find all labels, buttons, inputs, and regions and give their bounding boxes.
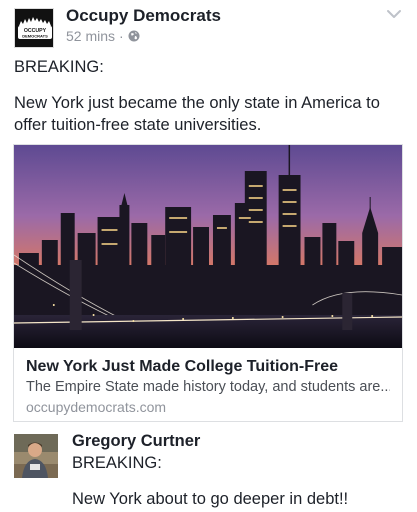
globe-icon[interactable] — [128, 30, 140, 42]
comment-text-line: New York about to go deeper in debt!! — [72, 490, 349, 508]
meta-separator: · — [119, 28, 124, 44]
comment-author-name[interactable]: Gregory Curtner — [72, 432, 200, 451]
comment-text-line: BREAKING: — [72, 454, 162, 472]
link-description: The Empire State made history today, and… — [26, 379, 390, 395]
svg-text:DEMOCRATS: DEMOCRATS — [22, 34, 48, 39]
post-meta: 52 mins · — [66, 28, 140, 44]
link-title[interactable]: New York Just Made College Tuition-Free — [26, 356, 390, 377]
comment-text: BREAKING: New York about to go deeper in… — [72, 452, 402, 512]
post-text-line: New York just became the only state in A… — [14, 94, 380, 134]
post-header: OCCUPY DEMOCRATS Occupy Democrats 52 min… — [14, 6, 406, 50]
post-text: BREAKING: New York just became the only … — [14, 56, 406, 150]
link-preview-card[interactable]: New York Just Made College Tuition-Free … — [13, 144, 403, 422]
comment-author-avatar[interactable] — [14, 434, 58, 478]
link-preview-body: New York Just Made College Tuition-Free … — [14, 348, 402, 417]
post-timestamp[interactable]: 52 mins — [66, 28, 115, 44]
occupy-democrats-logo: OCCUPY DEMOCRATS — [15, 9, 53, 47]
skyline-photo — [14, 145, 402, 348]
link-domain: occupydemocrats.com — [26, 399, 167, 415]
profile-photo — [14, 434, 58, 478]
post-text-line: BREAKING: — [14, 58, 104, 76]
chevron-down-icon[interactable] — [386, 8, 402, 20]
page-avatar[interactable]: OCCUPY DEMOCRATS — [14, 8, 54, 48]
page-name-link[interactable]: Occupy Democrats — [66, 6, 221, 26]
